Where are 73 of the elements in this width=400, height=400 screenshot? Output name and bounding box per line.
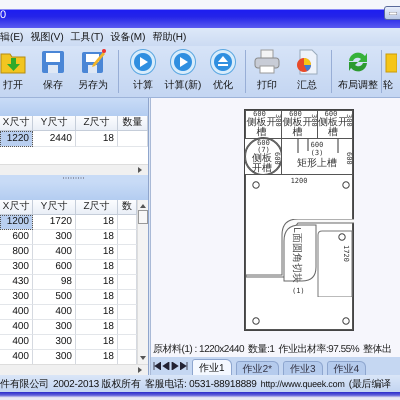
toolbar-button[interactable]: 保存 (33, 46, 73, 97)
table-cell: 300 (0, 290, 33, 305)
table-cell: 18 (76, 335, 118, 350)
menu-item[interactable]: 工具(T) (68, 30, 108, 44)
menu-item[interactable]: 设备(M) (108, 30, 150, 44)
table-cell: 18 (76, 131, 118, 147)
column-header[interactable]: Y尺寸 (33, 116, 76, 131)
job-tab[interactable]: 作业4 (326, 361, 366, 375)
job-tab[interactable]: 作业2* (236, 361, 280, 375)
column-header[interactable]: Z尺寸 (76, 116, 118, 131)
table-cell: 300 (33, 335, 76, 350)
summary-text: 作业出材率:97.55% (278, 342, 360, 356)
toolbar-button[interactable]: 优化 (203, 46, 243, 97)
summary-text: 原材料(1) : 1220x2440 (153, 342, 244, 356)
toolbar-button[interactable]: 计算(新) (163, 46, 203, 97)
part-name: L面圆角切块 (290, 227, 301, 283)
column-header[interactable]: 数量 (118, 116, 148, 131)
status-text: http://www.queek.com (260, 378, 345, 388)
table-cell: 1720 (33, 215, 76, 230)
column-header[interactable]: X尺寸 (0, 116, 33, 131)
summary-text: 数量:1 (248, 343, 274, 356)
part-name: 矩形上槽 (296, 159, 338, 169)
table-cell: 18 (76, 245, 118, 260)
table-cell: 400 (0, 320, 33, 335)
part-name: 侧板开槽 (252, 154, 272, 174)
table-cell: 300 (33, 320, 76, 335)
table-cell: 1200 (0, 215, 33, 230)
table-cell: 600 (33, 260, 76, 275)
column-header[interactable]: X尺寸 (0, 200, 33, 215)
menu-item[interactable]: 帮助(H) (150, 30, 192, 44)
part-name: 侧板开槽 (282, 118, 312, 138)
toolbar-button[interactable]: 布局调整 (336, 46, 380, 97)
table-cell: 2440 (33, 131, 76, 147)
part-name: 侧板开槽 (246, 118, 276, 138)
window-title: 0 (0, 9, 6, 23)
column-header[interactable]: Z尺寸 (76, 200, 118, 215)
table-cell: 18 (76, 230, 118, 245)
toolbar-button[interactable]: 计算 (123, 46, 163, 97)
job-tab[interactable]: 作业3 (283, 361, 323, 375)
toolbar-button[interactable]: 另存为 (73, 46, 113, 97)
column-header[interactable]: Y尺寸 (33, 200, 76, 215)
table-cell: 400 (33, 245, 76, 260)
table-cell: 800 (0, 245, 33, 260)
toolbar-button[interactable]: 打印 (247, 46, 287, 97)
table-cell: 400 (33, 305, 76, 320)
table-cell: 300 (0, 260, 33, 275)
table-cell: 500 (33, 290, 76, 305)
table-cell: 18 (76, 320, 118, 335)
part-name: 侧板开槽 (318, 118, 348, 138)
table-cell: 18 (76, 290, 118, 305)
table-cell: 300 (33, 230, 76, 245)
menu-item[interactable]: 辑(E) (0, 30, 28, 44)
table-cell: 600 (0, 230, 33, 245)
table-cell: 18 (76, 275, 118, 290)
table-cell: 400 (0, 335, 33, 350)
table-cell: 18 (76, 215, 118, 230)
table-cell: 18 (76, 305, 118, 320)
toolbar-button[interactable]: 轮 (383, 46, 400, 97)
toolbar-button[interactable]: 汇总 (287, 46, 327, 97)
menu-item[interactable]: 视图(V) (28, 30, 69, 44)
table-cell: 430 (0, 275, 33, 290)
job-tab[interactable]: 作业1 (192, 359, 232, 375)
status-text: 件有限公司 (0, 378, 50, 390)
table-cell: 1220 (0, 131, 33, 147)
status-text: 2002-2013 版权所有 (53, 378, 141, 390)
column-header[interactable]: 数 (118, 200, 137, 215)
status-text: 客服电话: 0531-88918889 (144, 378, 257, 390)
status-text: (最后编译 (348, 378, 392, 390)
summary-text: 整体出 (363, 342, 392, 356)
table-cell: 98 (33, 275, 76, 290)
table-cell: 400 (0, 305, 33, 320)
table-cell: 18 (76, 260, 118, 275)
toolbar-button[interactable]: 打开 (0, 46, 33, 97)
